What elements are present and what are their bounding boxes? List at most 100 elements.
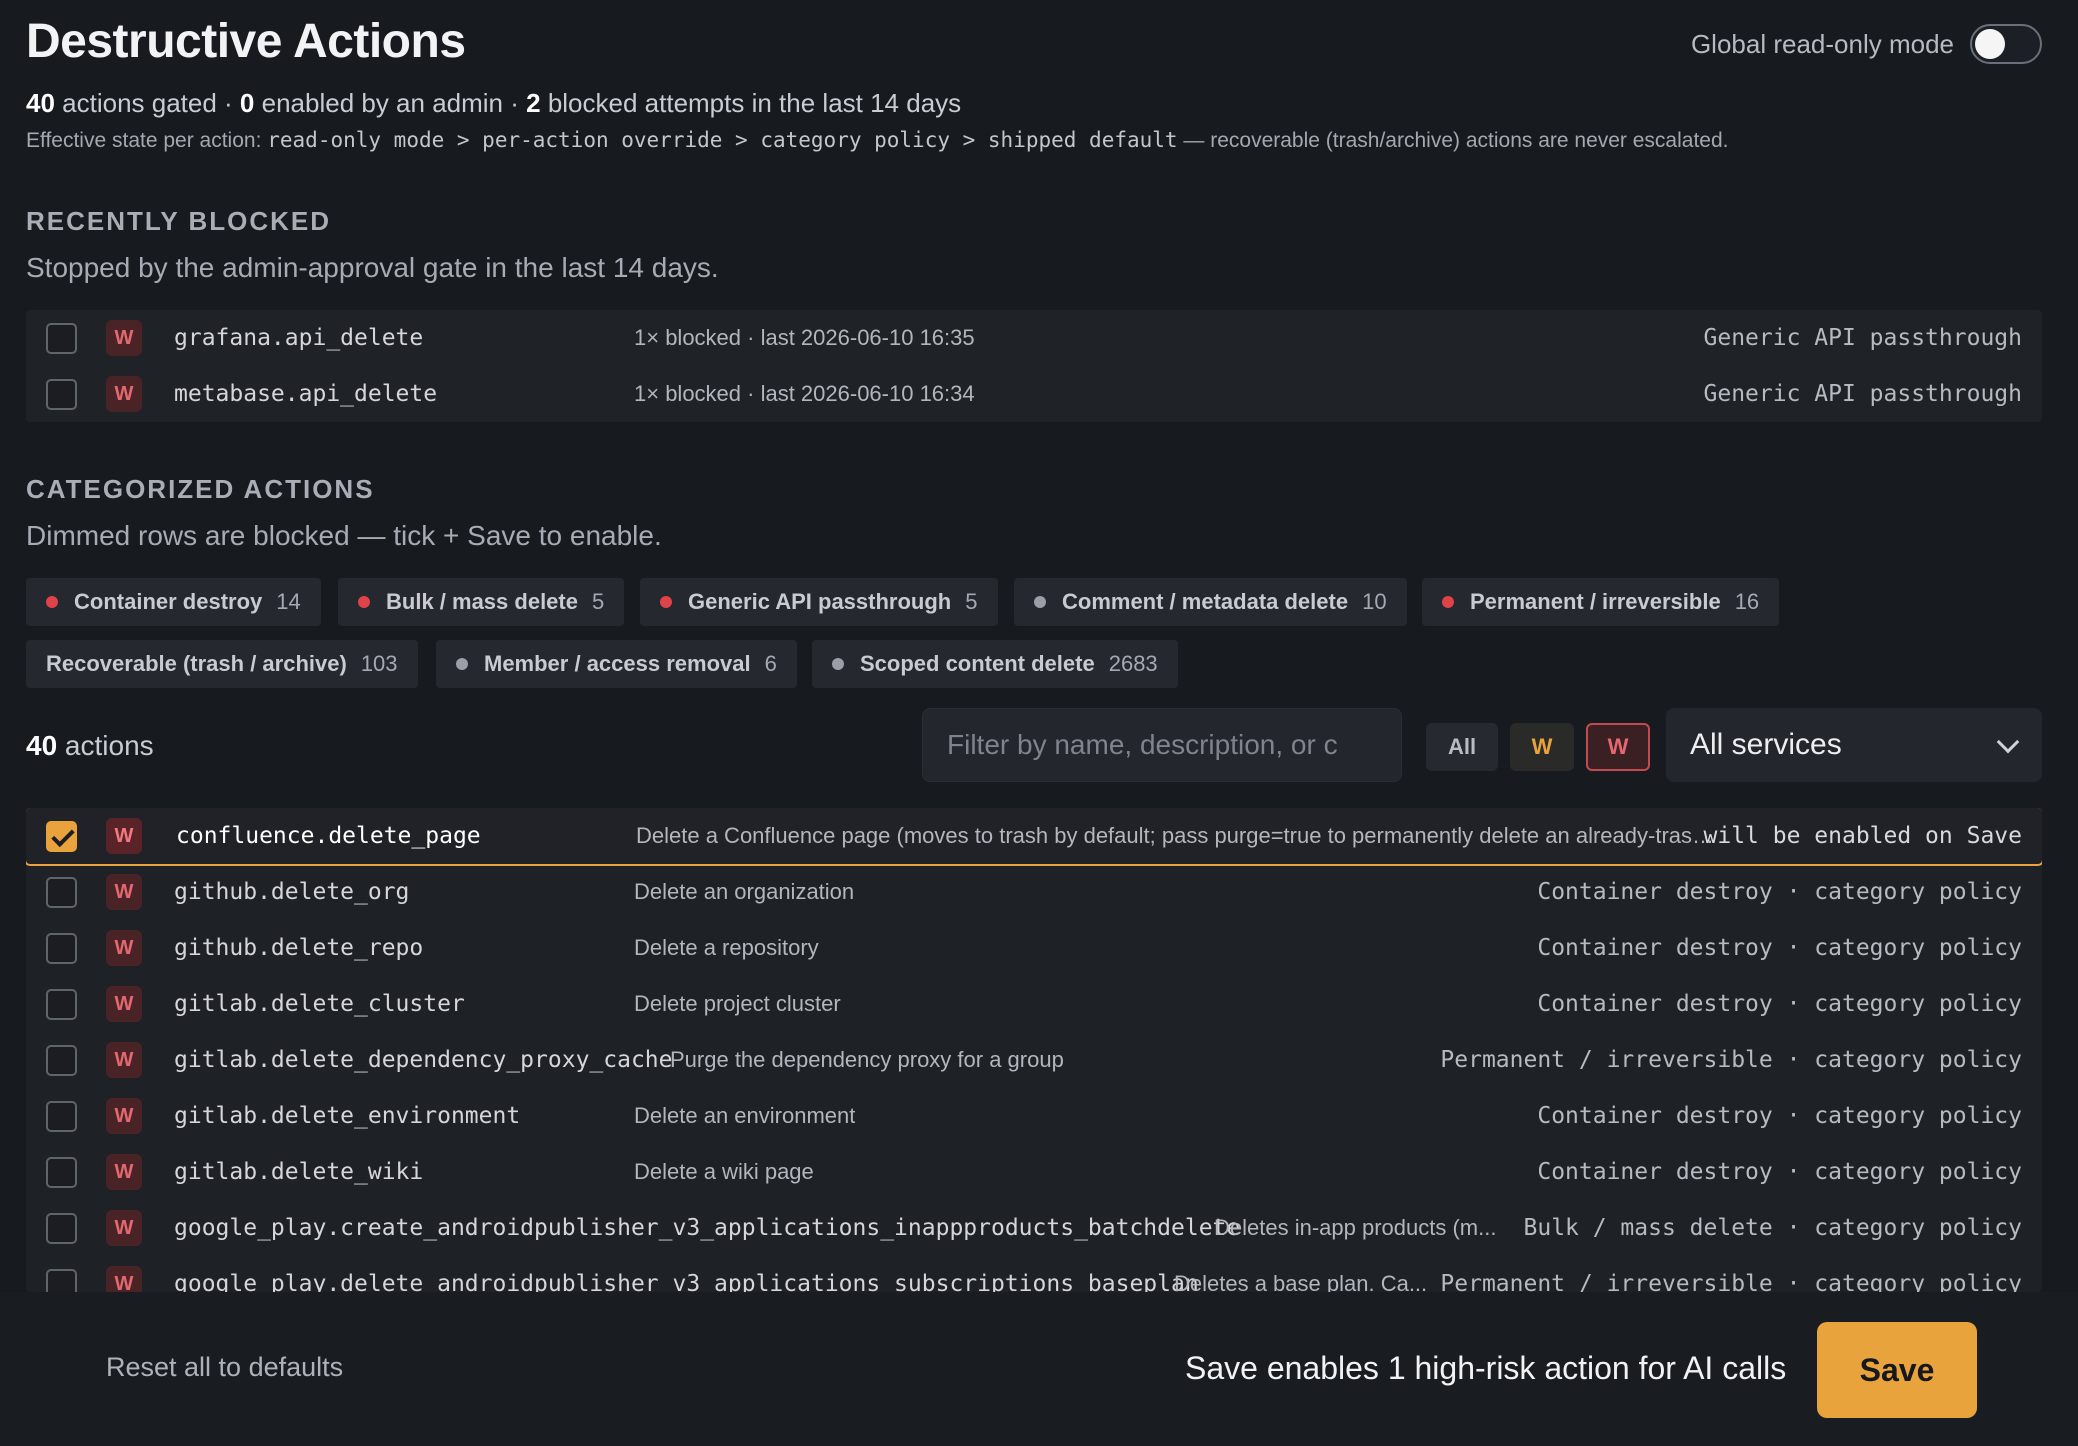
recently-blocked-subtitle: Stopped by the admin-approval gate in th… [26,252,719,283]
action-name: gitlab.delete_wiki [174,1159,424,1185]
chip-comment-metadata-delete[interactable]: Comment / metadata delete 10 [1014,578,1407,626]
write-badge: W [106,1042,142,1078]
readonly-mode-toggle[interactable] [1970,24,2042,64]
chip-member-access-removal[interactable]: Member / access removal 6 [436,640,797,688]
row-checkbox[interactable] [46,1044,77,1076]
reset-defaults-link[interactable]: Reset all to defaults [106,1352,343,1383]
action-description: Delete a wiki page [634,1159,814,1184]
chip-count: 6 [764,651,777,676]
table-row: W google_play.create_androidpublisher_v3… [26,1200,2042,1256]
recently-blocked-heading: RECENTLY BLOCKED [26,206,332,236]
service-select[interactable]: All services [1666,708,2042,782]
gated-count: 40 [26,88,55,118]
action-category: Generic API passthrough [1703,325,2023,351]
chip-label: Permanent / irreversible [1470,589,1721,614]
chip-label: Bulk / mass delete [386,589,578,614]
effective-chain: read-only mode > per-action override > c… [267,128,1178,152]
table-row: W gitlab.delete_dependency_proxy_cache P… [26,1032,2042,1088]
action-name: metabase.api_delete [174,381,438,407]
summary-line: 40 actions gated · 0 enabled by an admin… [26,88,961,119]
chip-container-destroy[interactable]: Container destroy 14 [26,578,321,626]
table-row: W google_play.delete_androidpublisher_v3… [26,1256,2042,1292]
table-row: W grafana.api_delete 1× blocked · last 2… [26,310,2042,366]
status-dot [660,596,672,608]
row-checkbox[interactable] [46,1100,77,1132]
action-name: grafana.api_delete [174,325,424,351]
status-dot [1034,596,1046,608]
row-checkbox[interactable] [46,1156,77,1188]
status-dot [832,658,844,670]
row-checkbox[interactable] [46,988,77,1020]
service-select-value: All services [1690,728,1842,761]
action-name: gitlab.delete_dependency_proxy_cache [174,1047,673,1073]
write-badge: W [106,818,142,854]
status-dot [456,658,468,670]
status-dot [358,596,370,608]
toggle-knob [1975,29,2005,59]
action-description: Delete an organization [634,879,855,904]
chip-label: Member / access removal [484,651,751,676]
chip-scoped-content-delete[interactable]: Scoped content delete 2683 [812,640,1178,688]
save-button[interactable]: Save [1817,1322,1977,1418]
action-description: Purge the dependency proxy for a group [670,1047,1064,1072]
chip-count: 10 [1362,589,1387,614]
write-badge: W [106,1154,142,1190]
action-name: google_play.create_androidpublisher_v3_a… [174,1215,1241,1241]
table-row: W gitlab.delete_cluster Delete project c… [26,976,2042,1032]
row-checkbox[interactable] [46,322,77,354]
chip-label: Comment / metadata delete [1062,589,1349,614]
chip-bulk-mass-delete[interactable]: Bulk / mass delete 5 [338,578,625,626]
write-badge: W [106,1098,142,1134]
blocked-text: blocked attempts in the last 14 days [540,88,962,118]
action-name: gitlab.delete_environment [174,1103,521,1129]
action-description: Delete a Confluence page (moves to trash… [636,823,1716,848]
table-row: W github.delete_org Delete an organizati… [26,864,2042,920]
action-status: Container destroy · category policy [1537,1159,2022,1185]
row-checkbox[interactable] [46,876,77,908]
write-badge: W [106,376,142,412]
table-row: W gitlab.delete_wiki Delete a wiki page … [26,1144,2042,1200]
status-dot [46,596,58,608]
blocked-info: 1× blocked · last 2026-06-10 16:35 [634,325,975,350]
chip-count: 14 [276,589,301,614]
row-checkbox[interactable] [46,820,77,852]
row-checkbox[interactable] [46,932,77,964]
action-category: Generic API passthrough [1703,381,2023,407]
filter-write-button[interactable]: W [1586,723,1650,771]
recently-blocked-table: W grafana.api_delete 1× blocked · last 2… [26,310,2042,422]
write-badge: W [106,930,142,966]
filter-input[interactable] [922,708,1402,782]
effective-prefix: Effective state per action: [26,129,268,152]
chip-generic-api-passthrough[interactable]: Generic API passthrough 5 [640,578,998,626]
filter-all-button[interactable]: All [1426,723,1498,771]
effective-state-note: Effective state per action: read-only mo… [26,128,1728,153]
row-checkbox[interactable] [46,378,77,410]
table-row: W github.delete_repo Delete a repository… [26,920,2042,976]
chevron-down-icon [1996,730,2020,754]
action-description: Delete a repository [634,935,819,960]
readonly-mode-control: Global read-only mode [1691,24,2042,64]
effective-suffix: — recoverable (trash/archive) actions ar… [1177,129,1729,152]
row-checkbox[interactable] [46,1268,77,1292]
action-status: Permanent / irreversible · category poli… [1440,1047,2022,1073]
action-status: Container destroy · category policy [1537,879,2022,905]
action-status: Container destroy · category policy [1537,1103,2022,1129]
chip-count: 5 [965,589,978,614]
blocked-info: 1× blocked · last 2026-06-10 16:34 [634,381,975,406]
row-checkbox[interactable] [46,1212,77,1244]
chip-recoverable[interactable]: Recoverable (trash / archive) 103 [26,640,418,688]
write-badge: W [106,1266,142,1292]
action-status: Permanent / irreversible · category poli… [1440,1271,2022,1292]
write-badge: W [106,1210,142,1246]
chip-count: 16 [1734,589,1760,614]
chip-label: Container destroy [74,589,263,614]
readonly-mode-label: Global read-only mode [1690,28,1954,59]
filter-warn-button[interactable]: W [1510,723,1574,771]
chip-label: Scoped content delete [860,651,1095,676]
action-name: confluence.delete_page [176,823,481,849]
chip-label: Recoverable (trash / archive) [46,651,347,676]
chip-permanent-irreversible[interactable]: Permanent / irreversible 16 [1422,578,1780,626]
action-status: Bulk / mass delete · category policy [1523,1215,2023,1241]
action-status: Container destroy · category policy [1537,935,2022,961]
table-row: W confluence.delete_page Delete a Conflu… [26,808,2042,866]
